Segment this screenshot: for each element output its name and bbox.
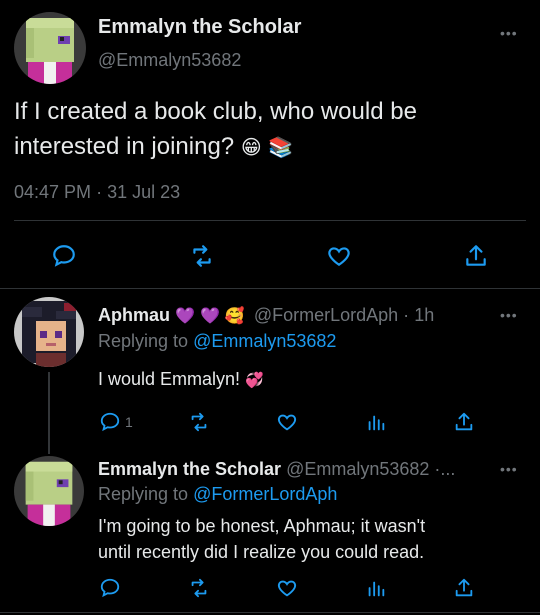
retweet-icon xyxy=(191,578,207,598)
share-icon xyxy=(466,245,486,266)
reply2-text-line2: until recently did I realize you could r… xyxy=(98,542,425,562)
avatar-emmalyn[interactable] xyxy=(14,12,86,84)
thread-line xyxy=(48,372,50,454)
like-button[interactable] xyxy=(275,410,299,434)
reply2-text-line1: I'm going to be honest, Aphmau; it wasn'… xyxy=(98,516,426,536)
avatar-aphmau[interactable] xyxy=(14,297,84,367)
reply-icon xyxy=(100,578,120,598)
reply1-time[interactable]: 1h xyxy=(414,305,434,325)
reply2-author-handle[interactable]: @Emmalyn53682 ·... xyxy=(286,459,455,479)
views-icon xyxy=(368,415,385,431)
reply-button[interactable] xyxy=(98,576,122,600)
reply2-author-name[interactable]: Emmalyn the Scholar xyxy=(98,459,281,479)
reply1-text-words: I would Emmalyn! xyxy=(98,369,241,389)
divider xyxy=(14,220,526,221)
revolving-hearts-emoji: 💞 xyxy=(245,372,264,389)
reply1-header: Aphmau 💜 💜 🥰 @FormerLordAph · 1h xyxy=(98,305,434,326)
replying-to-handle[interactable]: @Emmalyn53682 xyxy=(193,331,336,351)
share-button[interactable] xyxy=(452,576,476,600)
reply-button[interactable] xyxy=(98,410,122,434)
purple-heart-emoji: 💜 xyxy=(175,308,195,325)
retweet-icon xyxy=(191,412,207,432)
replying-to-label: Replying to xyxy=(98,484,189,504)
views-button[interactable] xyxy=(364,576,388,600)
share-icon xyxy=(455,412,473,431)
reply1-author-name[interactable]: Aphmau xyxy=(98,305,170,325)
more-icon[interactable]: ••• xyxy=(500,26,518,40)
tweet-text-line2-words: interested in joining? xyxy=(14,133,235,160)
retweet-icon xyxy=(193,245,211,267)
author-handle[interactable]: @Emmalyn53682 xyxy=(98,50,241,71)
reply1-author-handle[interactable]: @FormerLordAph xyxy=(254,305,398,325)
more-icon[interactable]: ••• xyxy=(500,308,518,322)
replying-to-label: Replying to xyxy=(98,331,189,351)
timestamp-separator: · xyxy=(96,182,103,202)
like-icon xyxy=(277,580,297,597)
tweet-time: 04:47 PM xyxy=(14,182,92,202)
grinning-emoji: 😁 xyxy=(240,137,262,159)
avatar-emmalyn[interactable] xyxy=(14,456,84,526)
reply2-replying-to: Replying to @FormerLordAph xyxy=(98,484,337,505)
tweet-text-line1: If I created a book club, who would be xyxy=(14,98,417,125)
like-icon xyxy=(328,247,350,266)
tweet-text: If I created a book club, who would be i… xyxy=(14,94,417,166)
retweet-button[interactable] xyxy=(186,410,212,434)
author-name[interactable]: Emmalyn the Scholar xyxy=(98,16,301,39)
retweet-button[interactable] xyxy=(187,242,217,270)
retweet-button[interactable] xyxy=(186,576,212,600)
tweet-timestamp[interactable]: 04:47 PM · 31 Jul 23 xyxy=(14,182,180,203)
share-icon xyxy=(455,578,473,597)
books-emoji: 📚 xyxy=(268,137,294,159)
replying-to-handle[interactable]: @FormerLordAph xyxy=(193,484,337,504)
reply-icon xyxy=(53,245,75,267)
more-icon[interactable]: ••• xyxy=(500,462,518,476)
share-button[interactable] xyxy=(462,242,490,270)
reply2-text: I'm going to be honest, Aphmau; it wasn'… xyxy=(98,513,425,565)
smiling-hearts-emoji: 🥰 xyxy=(224,308,245,325)
views-icon xyxy=(368,581,385,597)
tweet-date: 31 Jul 23 xyxy=(107,182,181,202)
purple-heart-emoji: 💜 xyxy=(199,308,220,325)
reply-icon xyxy=(100,412,120,432)
like-button[interactable] xyxy=(275,576,299,600)
views-button[interactable] xyxy=(364,410,388,434)
tweet-text-line2: interested in joining? 😁 📚 xyxy=(14,129,417,166)
reply1-text: I would Emmalyn! 💞 xyxy=(98,369,264,390)
reply1-time-separator: · xyxy=(403,305,410,325)
reply-count: 1 xyxy=(125,414,133,430)
share-button[interactable] xyxy=(452,410,476,434)
divider xyxy=(0,612,540,613)
reply2-header: Emmalyn the Scholar @Emmalyn53682 ·... xyxy=(98,459,455,480)
reply-button[interactable] xyxy=(50,242,78,270)
reply1-replying-to: Replying to @Emmalyn53682 xyxy=(98,331,336,352)
like-icon xyxy=(277,414,297,431)
like-button[interactable] xyxy=(325,242,353,270)
divider xyxy=(0,288,540,289)
